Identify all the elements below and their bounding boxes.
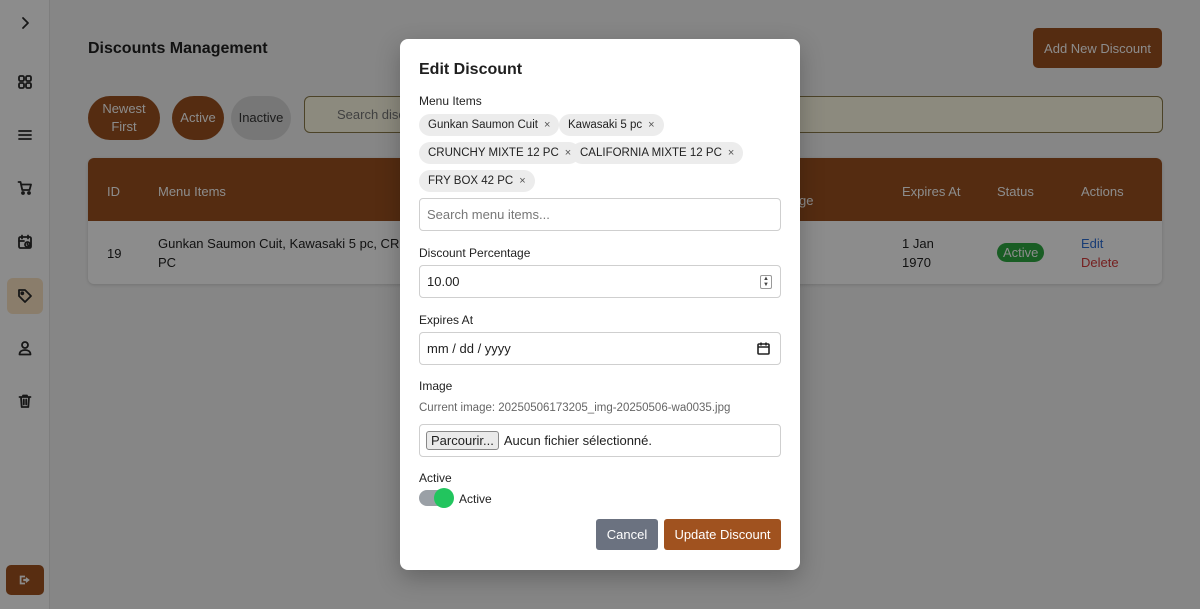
menu-item-chip: CRUNCHY MIXTE 12 PC × <box>419 142 581 164</box>
chip-remove-icon[interactable]: × <box>519 175 525 187</box>
number-spinner-icon[interactable]: ▲ ▼ <box>760 275 772 289</box>
edit-discount-modal: Edit Discount Menu Items Gunkan Saumon C… <box>400 39 800 570</box>
chip-label: CALIFORNIA MIXTE 12 PC <box>580 147 722 159</box>
toggle-knob <box>434 488 454 508</box>
active-toggle[interactable] <box>419 488 454 508</box>
modal-title: Edit Discount <box>419 61 523 78</box>
expires-at-input[interactable]: mm / dd / yyyy <box>419 332 781 365</box>
browse-button[interactable]: Parcourir... <box>426 431 499 450</box>
chip-label: CRUNCHY MIXTE 12 PC <box>428 147 559 159</box>
chip-label: Gunkan Saumon Cuit <box>428 119 538 131</box>
calendar-icon[interactable] <box>757 342 770 355</box>
chip-label: Kawasaki 5 pc <box>568 119 643 131</box>
discount-percentage-value: 10.00 <box>427 274 460 289</box>
no-file-text: Aucun fichier sélectionné. <box>503 433 653 448</box>
menu-items-search-input[interactable]: Search menu items... <box>419 198 781 231</box>
update-discount-button[interactable]: Update Discount <box>664 519 781 550</box>
toggle-label: Active <box>459 492 492 506</box>
current-image-text: Current image: 20250506173205_img-202505… <box>419 402 731 414</box>
expires-at-label: Expires At <box>419 313 474 327</box>
chip-remove-icon[interactable]: × <box>648 119 654 131</box>
chip-remove-icon[interactable]: × <box>728 147 734 159</box>
menu-item-chip: Kawasaki 5 pc × <box>559 114 664 136</box>
image-label: Image <box>419 379 453 393</box>
discount-percentage-input[interactable]: 10.00 ▲ ▼ <box>419 265 781 298</box>
cancel-button[interactable]: Cancel <box>596 519 658 550</box>
image-file-input[interactable]: Parcourir... Aucun fichier sélectionné. <box>419 424 781 457</box>
menu-item-chip: FRY BOX 42 PC × <box>419 170 535 192</box>
menu-item-chip: Gunkan Saumon Cuit × <box>419 114 560 136</box>
date-placeholder: mm / dd / yyyy <box>427 341 511 356</box>
chip-remove-icon[interactable]: × <box>544 119 550 131</box>
active-label: Active <box>419 471 452 485</box>
menu-item-chip: CALIFORNIA MIXTE 12 PC × <box>571 142 744 164</box>
discount-percentage-label: Discount Percentage <box>419 246 531 260</box>
chip-label: FRY BOX 42 PC <box>428 175 514 187</box>
menu-items-label: Menu Items <box>419 94 482 108</box>
